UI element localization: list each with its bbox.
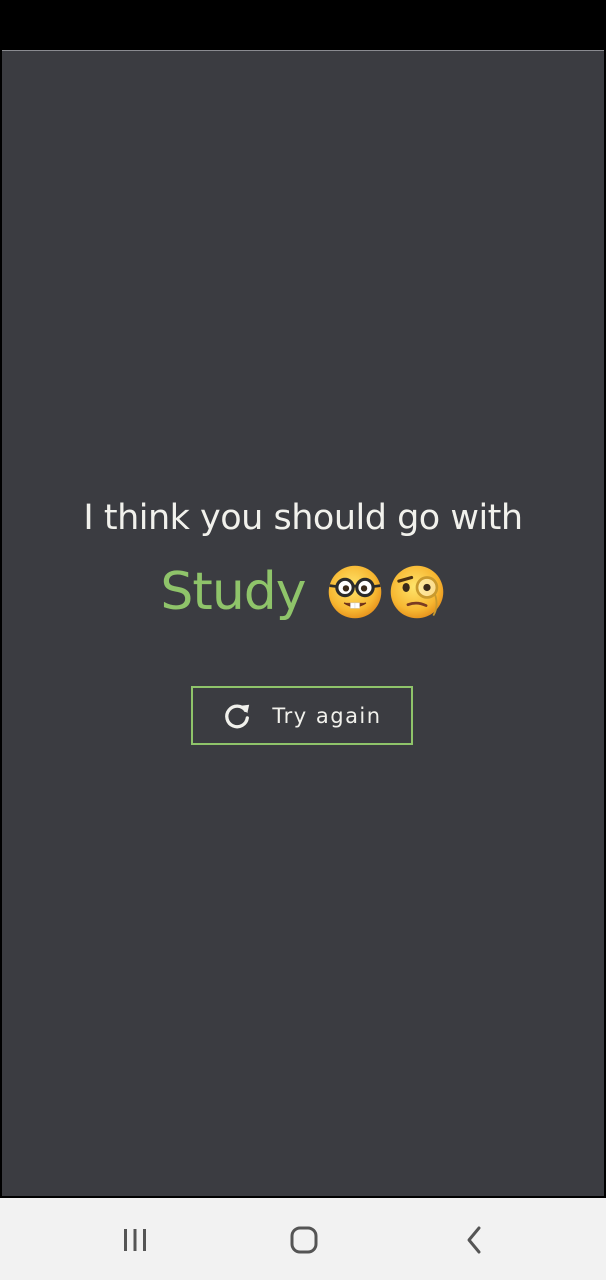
refresh-icon (225, 704, 250, 728)
answer-row: Study (2, 560, 604, 624)
system-navigation-bar (0, 1198, 606, 1280)
try-again-label: Try again (272, 703, 382, 728)
back-chevron-icon (467, 1226, 481, 1254)
back-button[interactable] (454, 1220, 494, 1260)
status-bar (0, 0, 606, 50)
result-lead-text: I think you should go with (83, 498, 523, 538)
face-with-monocle-emoji-icon (390, 565, 443, 619)
result-panel: I think you should go with Study (2, 496, 604, 624)
recent-apps-icon (124, 1229, 146, 1251)
home-button[interactable] (284, 1220, 324, 1260)
home-icon (290, 1226, 318, 1254)
result-answer: Study (160, 562, 306, 622)
try-again-button[interactable]: Try again (191, 686, 413, 745)
app-screen: I think you should go with Study Try aga… (2, 50, 604, 1196)
nerd-face-emoji-icon (328, 565, 381, 619)
recent-apps-button[interactable] (115, 1220, 155, 1260)
